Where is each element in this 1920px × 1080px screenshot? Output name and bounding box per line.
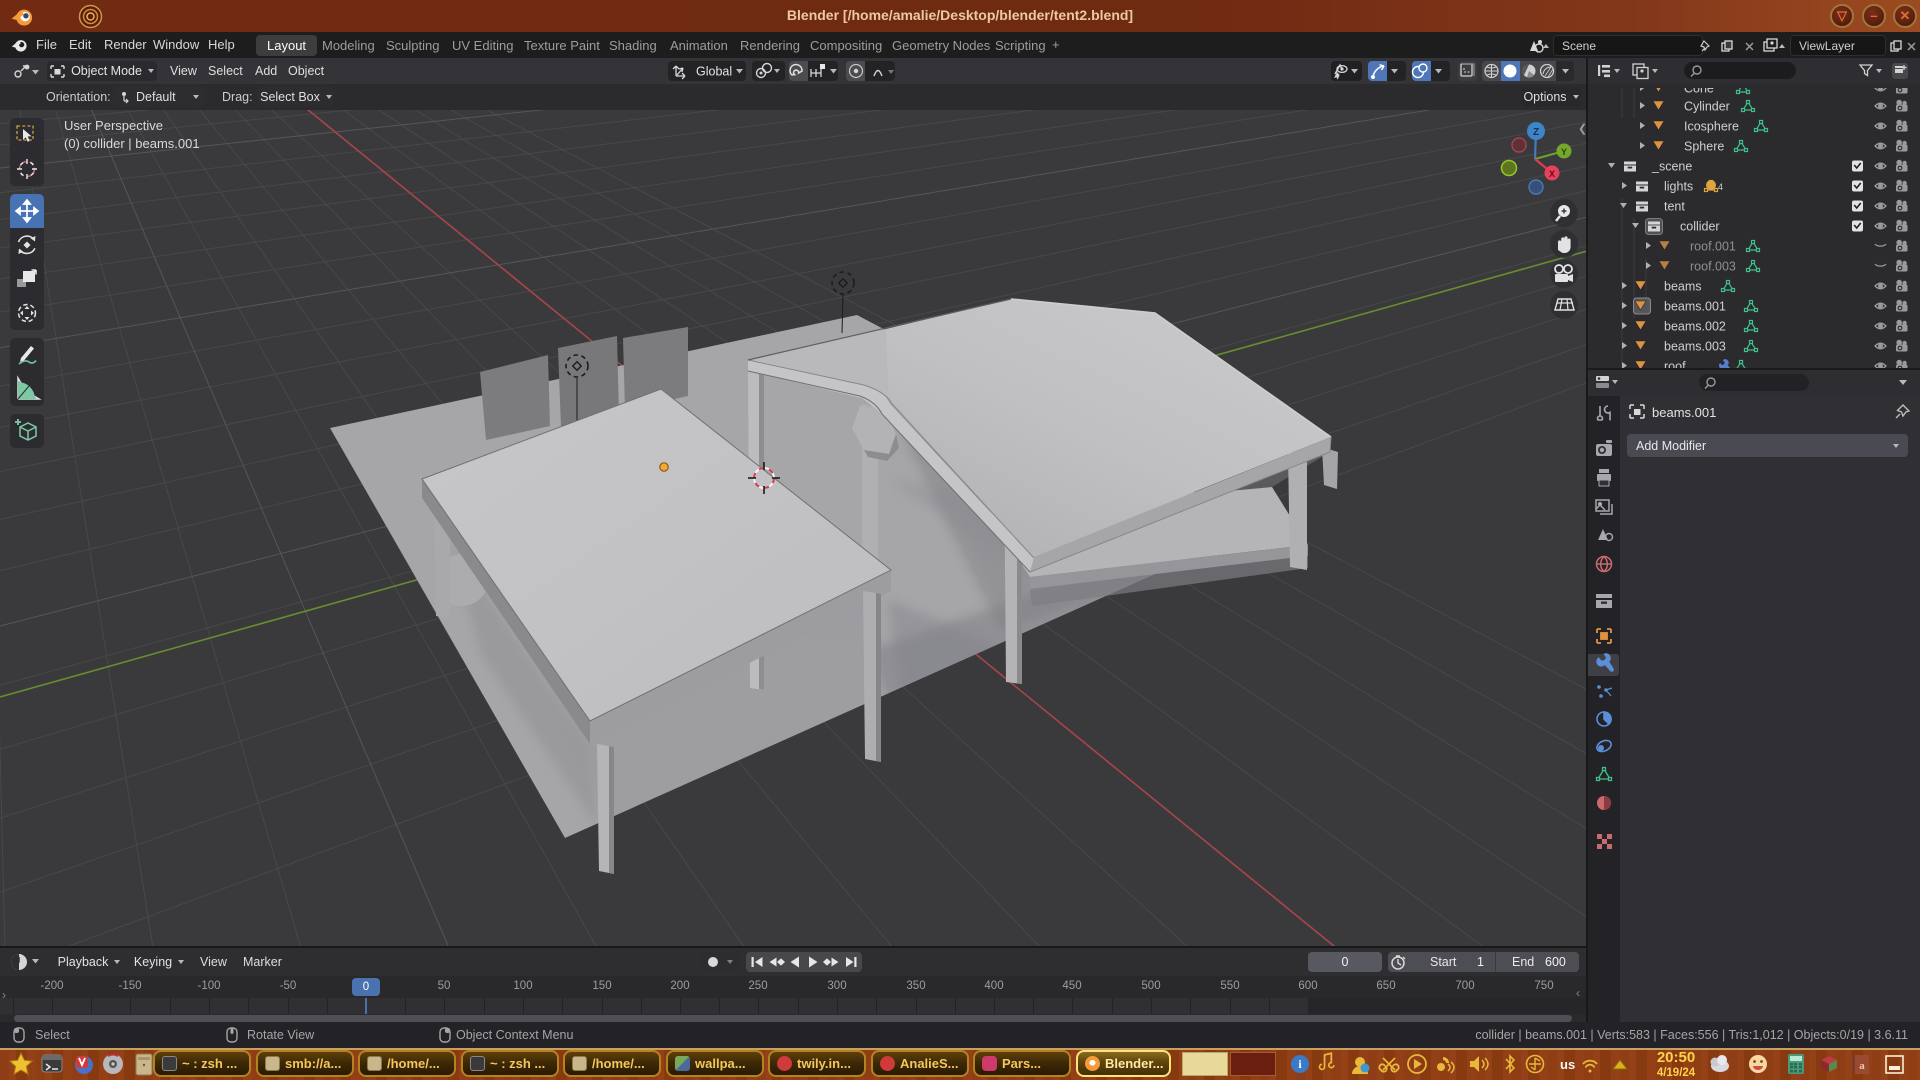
svg-text:Sphere: Sphere (1684, 140, 1724, 154)
svg-text:beams.001: beams.001 (1664, 300, 1726, 314)
svg-text:beams.003: beams.003 (1664, 340, 1726, 354)
svg-text:Icosphere: Icosphere (1684, 120, 1739, 134)
svg-text:4: 4 (1718, 182, 1723, 192)
svg-text:Z: Z (1533, 127, 1539, 138)
svg-text:Y: Y (1561, 147, 1567, 157)
svg-text:roof.003: roof.003 (1690, 260, 1736, 274)
svg-text:a: a (1859, 1060, 1865, 1072)
svg-text:roof.001: roof.001 (1690, 240, 1736, 254)
svg-text:tent: tent (1664, 200, 1685, 214)
svg-text:collider: collider (1680, 220, 1720, 234)
svg-text:beams.002: beams.002 (1664, 320, 1726, 334)
svg-text:beams: beams (1664, 280, 1702, 294)
svg-text:lights: lights (1664, 180, 1693, 194)
svg-text:X: X (1549, 169, 1555, 179)
svg-text:Global: Global (696, 65, 732, 79)
svg-text:us: us (1560, 1057, 1575, 1072)
svg-text:Cone: Cone (1684, 88, 1714, 96)
svg-text:_scene: _scene (1651, 160, 1692, 174)
svg-text:Cylinder: Cylinder (1684, 100, 1730, 114)
